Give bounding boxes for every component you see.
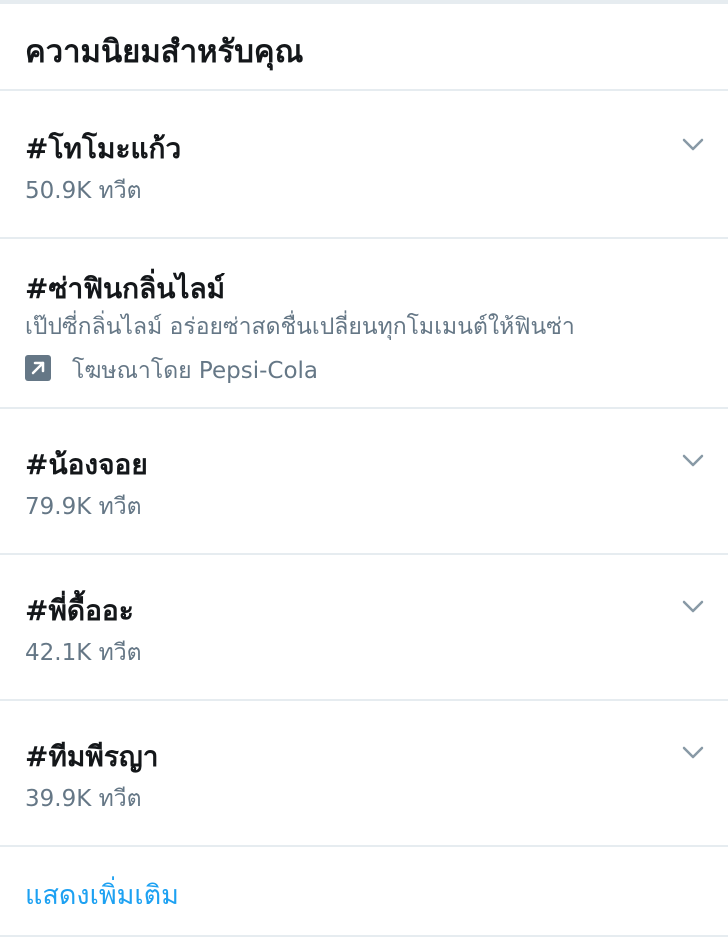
chevron-down-icon[interactable] — [680, 131, 706, 157]
trend-name: #พี่ดื้ออะ — [25, 594, 134, 627]
trend-description: เป๊ปซี่กลิ่นไลม์ อร่อยซ่าสดชื่นเปลี่ยนทุ… — [25, 314, 575, 340]
trend-item[interactable]: #น้องจอย 79.9K ทวีต — [0, 409, 728, 555]
trend-item[interactable]: #พี่ดื้ออะ 42.1K ทวีต — [0, 555, 728, 701]
show-more-link[interactable]: แสดงเพิ่มเติม — [0, 847, 728, 937]
tweet-count: 42.1K ทวีต — [25, 640, 142, 666]
promoted-arrow-icon — [25, 355, 51, 381]
trend-name: #โทโมะแก้ว — [25, 132, 182, 165]
promoted-trend-item[interactable]: #ซ่าฟินกลิ่นไลม์ เป๊ปซี่กลิ่นไลม์ อร่อยซ… — [0, 239, 728, 409]
chevron-down-icon[interactable] — [680, 593, 706, 619]
trend-name: #น้องจอย — [25, 448, 148, 481]
page-title: ความนิยมสำหรับคุณ — [25, 34, 304, 70]
chevron-down-icon[interactable] — [680, 447, 706, 473]
trend-item[interactable]: #ทีมพีรญา 39.9K ทวีต — [0, 701, 728, 847]
trend-name: #ทีมพีรญา — [25, 740, 159, 773]
trend-name: #ซ่าฟินกลิ่นไลม์ — [25, 272, 226, 305]
chevron-down-icon[interactable] — [680, 739, 706, 765]
tweet-count: 79.9K ทวีต — [25, 494, 142, 520]
trend-item[interactable]: #โทโมะแก้ว 50.9K ทวีต — [0, 93, 728, 239]
tweet-count: 39.9K ทวีต — [25, 786, 142, 812]
trends-header: ความนิยมสำหรับคุณ — [0, 4, 728, 91]
show-more-label: แสดงเพิ่มเติม — [25, 880, 179, 911]
promoted-by-label: โฆษณาโดย Pepsi-Cola — [72, 358, 319, 384]
tweet-count: 50.9K ทวีต — [25, 178, 142, 204]
